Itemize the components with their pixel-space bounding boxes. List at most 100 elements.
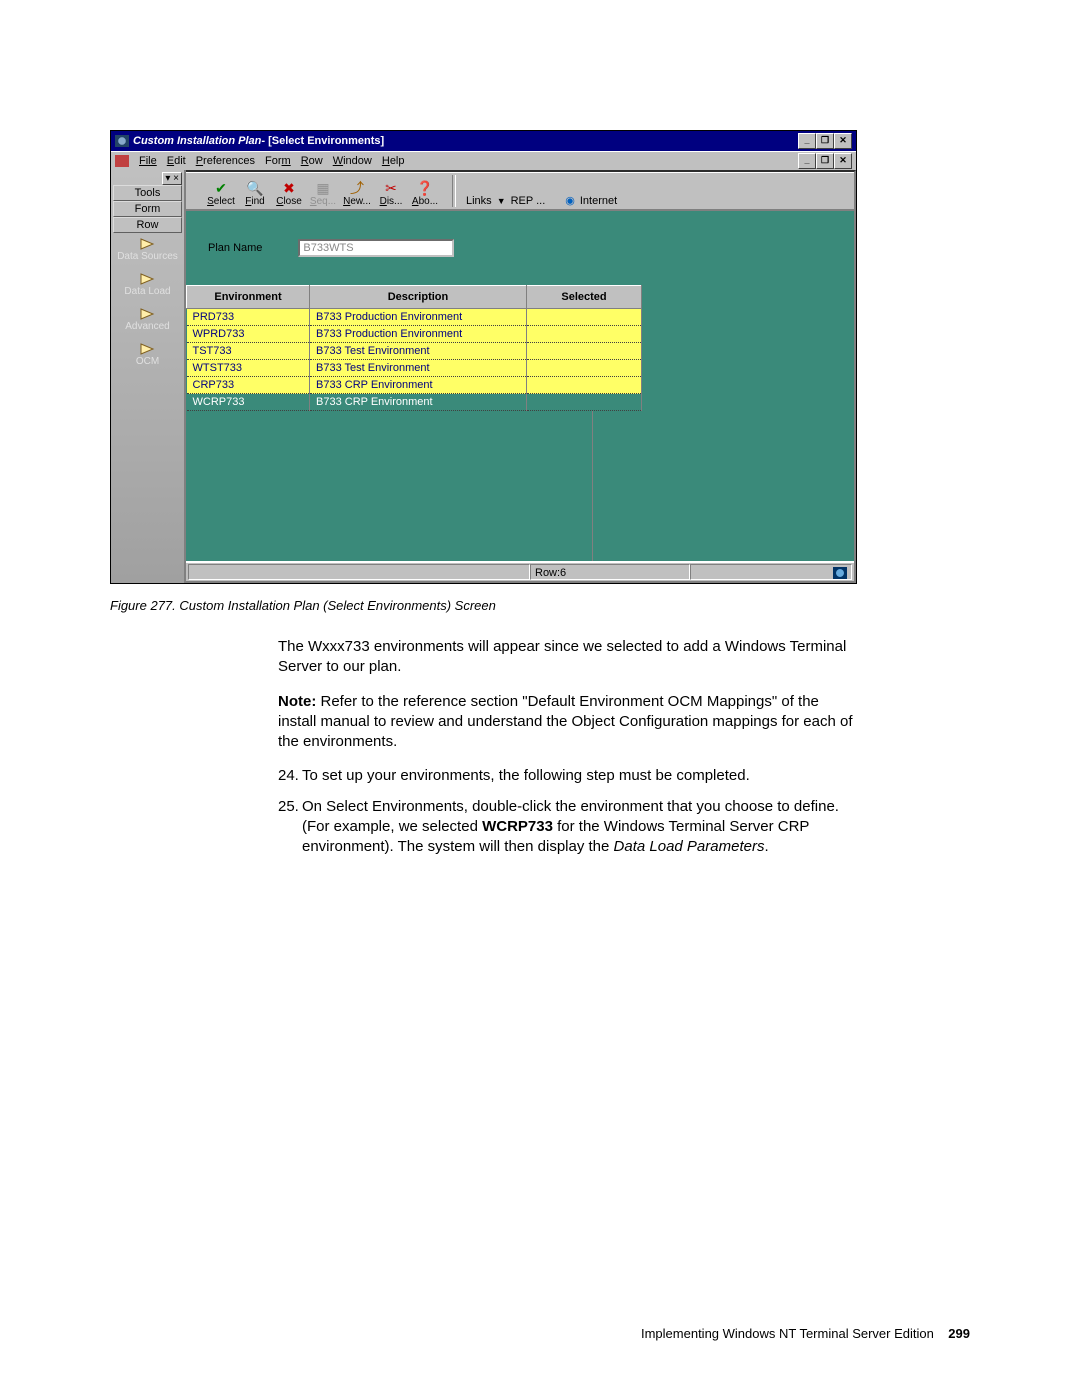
select-icon: ✔ (215, 180, 227, 196)
table-row[interactable]: TST733B733 Test Environment (187, 343, 642, 360)
maximize-button[interactable]: ❐ (816, 133, 834, 149)
grid-header-row: Environment Description Selected (187, 286, 642, 309)
toolbar-btn-label: Dis... (380, 196, 403, 207)
col-header-description[interactable]: Description (310, 286, 527, 309)
globe-icon (833, 567, 847, 579)
sidebar-handle[interactable]: ▾ × (162, 172, 182, 185)
sidebar: ▾ × Tools Form Row Data Sources Data Loa… (111, 170, 186, 583)
menu-help[interactable]: Help (382, 155, 405, 167)
toolbar-btn-close[interactable]: ✖Close (272, 180, 306, 207)
status-cell-left (188, 564, 530, 580)
status-bar: Row:6 (186, 561, 854, 581)
cell-sel (527, 326, 642, 343)
toolbar-btn-label: Close (276, 196, 302, 207)
app-window: Custom Installation Plan - [Select Envir… (110, 130, 857, 584)
note-label: Note: (278, 693, 316, 710)
seq-icon: ▦ (316, 180, 329, 196)
dropdown-icon[interactable]: ▼ (497, 196, 506, 206)
main-area: ✔Select🔍Find✖Close▦Seq...⤴New...✂Dis...❓… (186, 170, 856, 583)
menu-form[interactable]: Form (265, 155, 291, 167)
toolbar-btn-new[interactable]: ⤴New... (340, 180, 374, 207)
globe-icon: ◉ (565, 194, 575, 207)
toolbar-btn-abo[interactable]: ❓Abo... (408, 180, 442, 207)
toolbar-btn-label: New... (343, 196, 371, 207)
toolbar-rep-link[interactable]: REP ... (511, 195, 546, 207)
page-footer: Implementing Windows NT Terminal Server … (0, 1326, 970, 1341)
toolbar-btn-label: Abo... (412, 196, 438, 207)
table-row[interactable]: WPRD733B733 Production Environment (187, 326, 642, 343)
grid-empty-area (186, 411, 593, 561)
mdi-close-button[interactable]: ✕ (834, 153, 852, 169)
table-row[interactable]: WCRP733B733 CRP Environment (187, 394, 642, 411)
table-row[interactable]: CRP733B733 CRP Environment (187, 377, 642, 394)
minimize-button[interactable]: _ (798, 133, 816, 149)
step-text: On Select Environments, double-click the… (302, 797, 853, 858)
mdi-doc-icon[interactable] (115, 155, 129, 167)
cell-desc: B733 CRP Environment (310, 394, 527, 411)
close-button[interactable]: ✕ (834, 133, 852, 149)
title-app: Custom Installation Plan (133, 135, 261, 147)
cell-sel (527, 360, 642, 377)
pointer-icon (139, 342, 157, 356)
footer-text: Implementing Windows NT Terminal Server … (641, 1326, 934, 1341)
close-icon: ✖ (283, 180, 295, 196)
sidebar-btn-form[interactable]: Form (113, 201, 182, 217)
title-sub: - [Select Environments] (261, 135, 384, 147)
sidebar-item-ocm[interactable]: OCM (111, 338, 184, 373)
cell-desc: B733 Production Environment (310, 309, 527, 326)
sidebar-btn-tools[interactable]: Tools (113, 185, 182, 201)
cell-env: PRD733 (187, 309, 310, 326)
cell-env: TST733 (187, 343, 310, 360)
dis-icon: ✂ (385, 180, 397, 196)
toolbar-links-label[interactable]: Links (466, 195, 492, 207)
sidebar-item-data-sources[interactable]: Data Sources (111, 233, 184, 268)
cell-desc: B733 Production Environment (310, 326, 527, 343)
toolbar-btn-select[interactable]: ✔Select (204, 180, 238, 207)
mdi-restore-button[interactable]: ❐ (816, 153, 834, 169)
mdi-minimize-button[interactable]: _ (798, 153, 816, 169)
paragraph-note: Note: Refer to the reference section "De… (278, 692, 853, 753)
menu-file[interactable]: File (139, 155, 157, 167)
sidebar-label-data-sources: Data Sources (117, 251, 178, 262)
plan-name-area: Plan Name (186, 211, 854, 285)
app-icon (115, 135, 129, 147)
sidebar-item-data-load[interactable]: Data Load (111, 268, 184, 303)
toolbar-btn-dis[interactable]: ✂Dis... (374, 180, 408, 207)
pointer-icon (139, 272, 157, 286)
cell-sel (527, 394, 642, 411)
step-25: 25. On Select Environments, double-click… (278, 797, 853, 858)
table-row[interactable]: PRD733B733 Production Environment (187, 309, 642, 326)
menu-row[interactable]: Row (301, 155, 323, 167)
cell-desc: B733 CRP Environment (310, 377, 527, 394)
body-text: The Wxxx733 environments will appear sin… (278, 637, 853, 857)
sidebar-label-data-load: Data Load (124, 286, 170, 297)
status-cell-row: Row:6 (530, 564, 690, 580)
menu-window[interactable]: Window (333, 155, 372, 167)
page-number: 299 (948, 1326, 970, 1341)
cell-sel (527, 377, 642, 394)
cell-sel (527, 309, 642, 326)
toolbar-btn-label: Select (207, 196, 235, 207)
step-number: 24. (278, 766, 302, 786)
table-row[interactable]: WTST733B733 Test Environment (187, 360, 642, 377)
status-cell-right (690, 564, 852, 580)
col-header-selected[interactable]: Selected (527, 286, 642, 309)
note-body: Refer to the reference section "Default … (278, 693, 853, 751)
cell-sel (527, 343, 642, 360)
toolbar-separator (452, 175, 456, 207)
sidebar-item-advanced[interactable]: Advanced (111, 303, 184, 338)
toolbar-btn-find[interactable]: 🔍Find (238, 180, 272, 207)
step-24: 24. To set up your environments, the fol… (278, 766, 853, 786)
pointer-icon (139, 307, 157, 321)
cell-env: WTST733 (187, 360, 310, 377)
menu-bar: File Edit Preferences Form Row Window He… (111, 151, 856, 170)
plan-name-input[interactable] (298, 239, 454, 257)
toolbar-internet-link[interactable]: Internet (580, 195, 617, 207)
step25-ital: Data Load Parameters (614, 838, 765, 855)
menu-edit[interactable]: Edit (167, 155, 186, 167)
col-header-environment[interactable]: Environment (187, 286, 310, 309)
menu-preferences[interactable]: Preferences (196, 155, 255, 167)
sidebar-btn-row[interactable]: Row (113, 217, 182, 233)
cell-env: WCRP733 (187, 394, 310, 411)
step-text: To set up your environments, the followi… (302, 766, 853, 786)
